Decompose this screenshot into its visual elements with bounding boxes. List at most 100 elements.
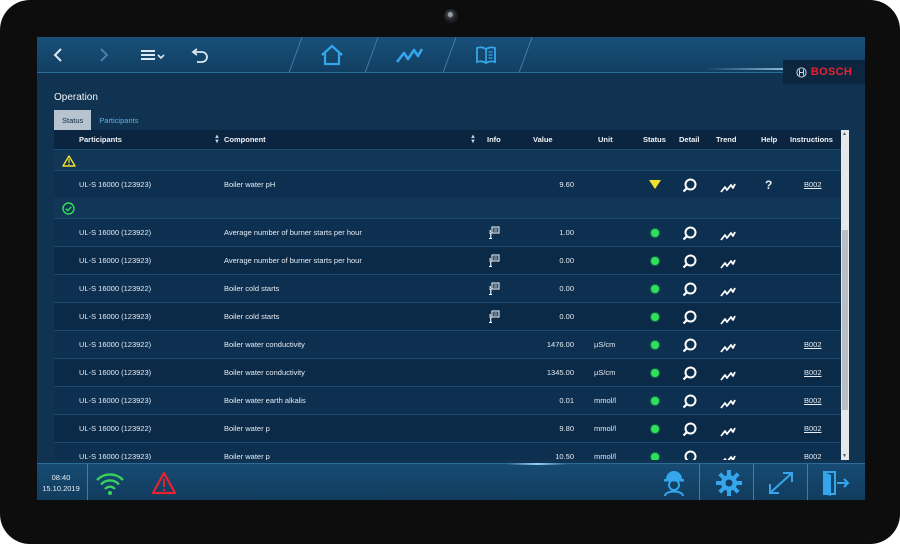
status-ok-icon	[651, 369, 659, 377]
column-header-info: Info	[487, 135, 501, 144]
value-cell: 1345.00	[546, 368, 574, 377]
instructions-link[interactable]: B002	[804, 171, 822, 199]
participant-cell: UL-S 16000 (123923)	[79, 180, 152, 189]
column-header-status: Status	[643, 135, 666, 144]
value-cell: 0.00	[559, 256, 574, 265]
instructions-link[interactable]: B002	[804, 443, 822, 460]
time-text: 08:40	[51, 473, 71, 482]
value-cell: 9.60	[559, 180, 574, 189]
detail-button[interactable]	[682, 366, 697, 386]
table-row[interactable]: UL-S 16000 (123922) Boiler water conducti…	[54, 330, 841, 358]
component-cell: Boiler water pH	[224, 180, 276, 189]
back-button[interactable]	[45, 37, 71, 73]
instructions-link[interactable]: B002	[804, 331, 822, 359]
trend-row-button[interactable]	[720, 284, 736, 302]
service-user-button[interactable]	[661, 469, 687, 500]
info-icon	[489, 254, 500, 268]
alarm-warning-icon	[151, 471, 177, 495]
instructions-link[interactable]: B002	[804, 415, 822, 443]
sort-arrows-icon[interactable]: ▲ ▼	[214, 134, 220, 145]
forward-button[interactable]	[91, 37, 117, 73]
table-row[interactable]: UL-S 16000 (123923) Average number of bur…	[54, 246, 841, 274]
table-row[interactable]: UL-S 16000 (123922) Boiler water p 9.80 mmo…	[54, 414, 841, 442]
table-row[interactable]: UL-S 16000 (123922) Boiler cold starts 0.0…	[54, 274, 841, 302]
home-button[interactable]	[313, 37, 351, 73]
column-header-instructions: Instructions	[790, 135, 833, 144]
chevron-left-icon	[53, 48, 62, 62]
trend-row-button[interactable]	[720, 396, 736, 414]
value-cell: 1.00	[559, 228, 574, 237]
value-cell: 0.01	[559, 396, 574, 405]
detail-button[interactable]	[682, 178, 697, 198]
chevron-right-icon	[100, 48, 109, 62]
page-title: Operation	[54, 92, 98, 103]
sort-arrows-icon[interactable]: ▲ ▼	[470, 134, 476, 145]
status-ok-icon	[651, 453, 659, 460]
info-button[interactable]	[488, 310, 500, 329]
trend-row-button[interactable]	[720, 180, 736, 198]
detail-button[interactable]	[682, 310, 697, 330]
help-button[interactable]: ?	[765, 171, 772, 199]
alarm-warning-button[interactable]	[151, 471, 177, 500]
component-cell: Boiler water p	[224, 452, 270, 460]
trend-line-icon	[720, 427, 736, 437]
logout-button[interactable]	[821, 470, 851, 500]
footer-glow	[507, 463, 567, 465]
camera	[444, 9, 458, 23]
trend-row-button[interactable]	[720, 340, 736, 358]
info-button[interactable]	[488, 226, 500, 245]
component-cell: Boiler cold starts	[224, 312, 280, 321]
undo-button[interactable]	[187, 37, 213, 73]
instructions-link[interactable]: B002	[804, 387, 822, 415]
menu-button[interactable]	[135, 37, 171, 73]
table-row[interactable]: UL-S 16000 (123923) Boiler cold starts 0.0…	[54, 302, 841, 330]
table-row[interactable]: UL-S 16000 (123923) Boiler water pH 9.60? B…	[54, 170, 841, 198]
magnifier-icon	[682, 338, 697, 353]
detail-button[interactable]	[682, 338, 697, 358]
trend-row-button[interactable]	[720, 256, 736, 274]
table-row[interactable]: UL-S 16000 (123923) Boiler water conducti…	[54, 358, 841, 386]
trend-button[interactable]	[389, 37, 429, 73]
detail-button[interactable]	[682, 282, 697, 302]
trend-row-button[interactable]	[720, 312, 736, 330]
table-row[interactable]: UL-S 16000 (123923) Boiler water earth al…	[54, 386, 841, 414]
status-ok-icon	[651, 425, 659, 433]
table-scrollbar[interactable]: ▲ ▼	[841, 130, 849, 460]
instructions-link[interactable]: B002	[804, 359, 822, 387]
scroll-up-icon[interactable]: ▲	[842, 131, 847, 137]
wifi-status[interactable]	[95, 470, 125, 500]
magnifier-icon	[682, 282, 697, 297]
detail-button[interactable]	[682, 422, 697, 442]
detail-button[interactable]	[682, 450, 697, 460]
table-row[interactable]: UL-S 16000 (123923) Boiler water p 10.50 mm…	[54, 442, 841, 460]
wifi-icon	[96, 473, 124, 495]
scroll-down-icon[interactable]: ▼	[842, 453, 847, 459]
info-button[interactable]	[488, 254, 500, 273]
clock: 08:40 15.10.2019	[37, 472, 85, 494]
bosch-armature-icon	[796, 66, 807, 78]
fullscreen-icon	[769, 472, 793, 494]
manual-button[interactable]	[467, 37, 505, 73]
column-header-component[interactable]: Component	[224, 130, 266, 150]
status-ok-icon	[651, 397, 659, 405]
fullscreen-button[interactable]	[767, 470, 795, 500]
status-ok-icon	[651, 313, 659, 321]
trend-row-button[interactable]	[720, 228, 736, 246]
tab-status[interactable]: Status	[54, 110, 92, 130]
table-row[interactable]: UL-S 16000 (123922) Average number of bur…	[54, 218, 841, 246]
info-button[interactable]	[488, 282, 500, 301]
scrollbar-thumb[interactable]	[842, 230, 848, 410]
column-header-participants[interactable]: Participants	[79, 130, 122, 150]
detail-button[interactable]	[682, 226, 697, 246]
participant-cell: UL-S 16000 (123922)	[79, 340, 152, 349]
trend-row-button[interactable]	[720, 452, 736, 460]
detail-button[interactable]	[682, 394, 697, 414]
user-service-icon	[664, 471, 684, 497]
settings-button[interactable]	[715, 469, 743, 500]
trend-row-button[interactable]	[720, 424, 736, 442]
trend-row-button[interactable]	[720, 368, 736, 386]
tab-participants[interactable]: Participants	[91, 110, 146, 130]
magnifier-icon	[682, 226, 697, 241]
detail-button[interactable]	[682, 254, 697, 274]
component-cell: Average number of burner starts per hour	[224, 228, 362, 237]
